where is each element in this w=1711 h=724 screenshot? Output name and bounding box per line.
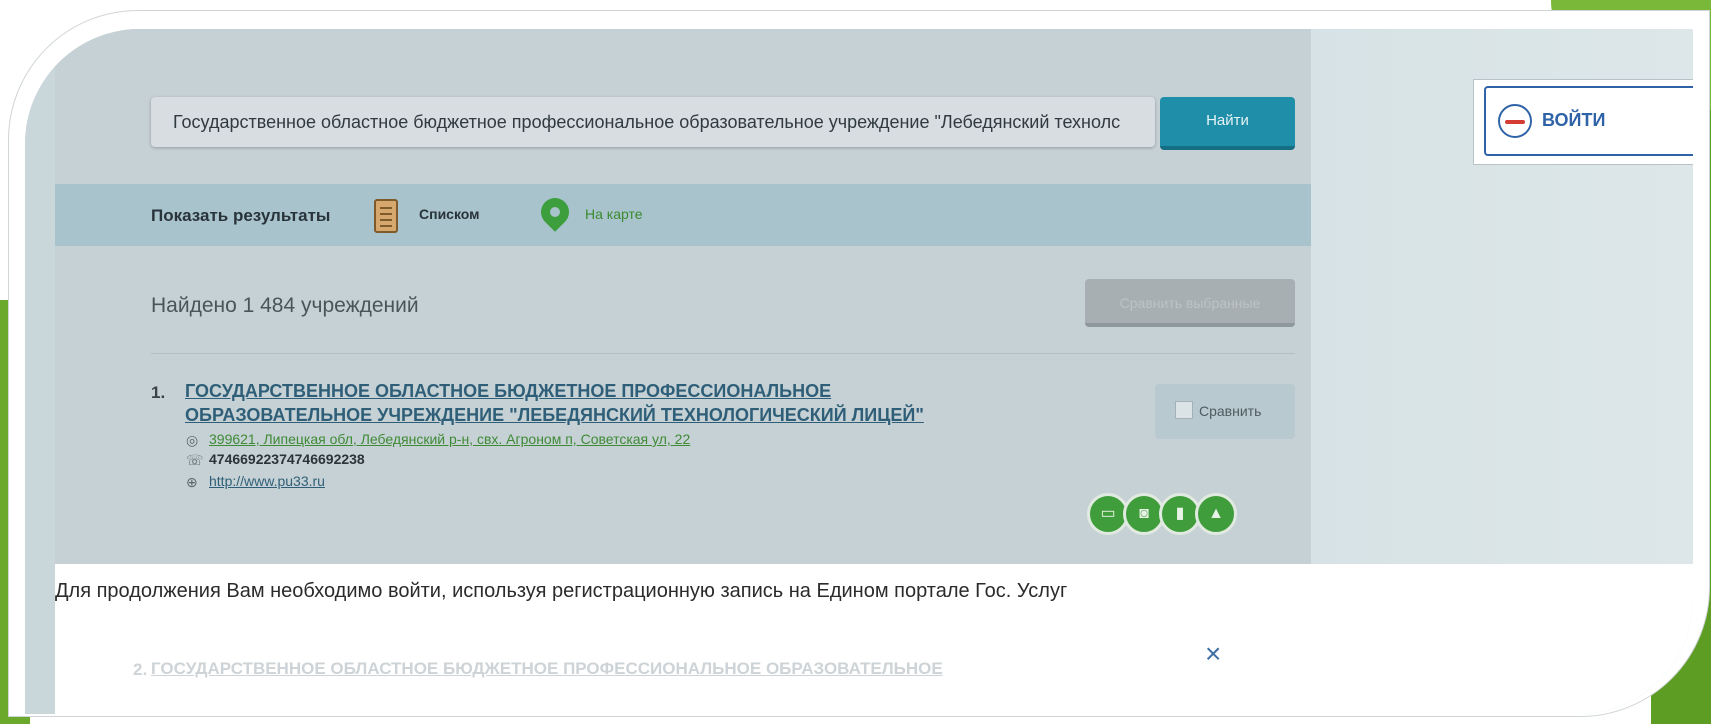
location-icon: ◎	[186, 432, 199, 448]
login-required-banner: Для продолжения Вам необходимо войти, ис…	[55, 564, 1693, 714]
screenshot: Государственное областное бюджетное проф…	[25, 29, 1693, 714]
map-view-toggle[interactable]: На карте	[585, 206, 643, 222]
slide-frame: Государственное областное бюджетное проф…	[8, 10, 1710, 717]
compare-label: Сравнить	[1199, 403, 1262, 419]
map-pin-icon[interactable]	[535, 192, 575, 232]
phone-icon: ☏	[186, 452, 204, 468]
banner-message: Для продолжения Вам необходимо войти, ис…	[55, 580, 1068, 602]
institution-name-link[interactable]: ГОСУДАРСТВЕННОЕ ОБЛАСТНОЕ БЮДЖЕТНОЕ ПРОФ…	[185, 379, 1005, 427]
login-label: ВОЙТИ	[1542, 110, 1606, 130]
list-view-toggle[interactable]: Списком	[419, 206, 480, 222]
view-toggle-bar: Показать результаты Списком На карте	[55, 184, 1311, 246]
like-icon[interactable]: ▲	[1195, 493, 1237, 535]
institution-address-link[interactable]: 399621, Липецкая обл, Лебедянский р-н, с…	[209, 431, 690, 447]
list-view-icon[interactable]	[374, 199, 398, 233]
next-result-number: 2.	[133, 660, 148, 679]
gosuslugi-logo-icon	[1498, 104, 1532, 138]
compare-checkbox[interactable]	[1175, 401, 1193, 419]
institution-website-link[interactable]: http://www.pu33.ru	[209, 473, 325, 489]
search-input[interactable]: Государственное областное бюджетное проф…	[151, 97, 1155, 147]
search-button[interactable]: Найти	[1160, 97, 1295, 150]
login-button[interactable]: ВОЙТИ	[1484, 86, 1693, 156]
compare-checkbox-button[interactable]: Сравнить	[1155, 384, 1295, 439]
result-number: 1.	[151, 383, 166, 402]
compare-selected-button[interactable]: Сравнить выбранные	[1085, 279, 1295, 327]
divider	[151, 353, 1295, 354]
show-results-label: Показать результаты	[151, 206, 331, 225]
next-result-name: ГОСУДАРСТВЕННОЕ ОБЛАСТНОЕ БЮДЖЕТНОЕ ПРОФ…	[151, 659, 943, 678]
results-count: Найдено 1 484 учреждений	[151, 294, 419, 317]
website-icon: ⊕	[186, 474, 198, 490]
login-panel: ВОЙТИ	[1473, 79, 1693, 165]
institution-phone: 47466922374746692238	[209, 451, 365, 467]
close-icon[interactable]: ×	[1205, 640, 1221, 668]
